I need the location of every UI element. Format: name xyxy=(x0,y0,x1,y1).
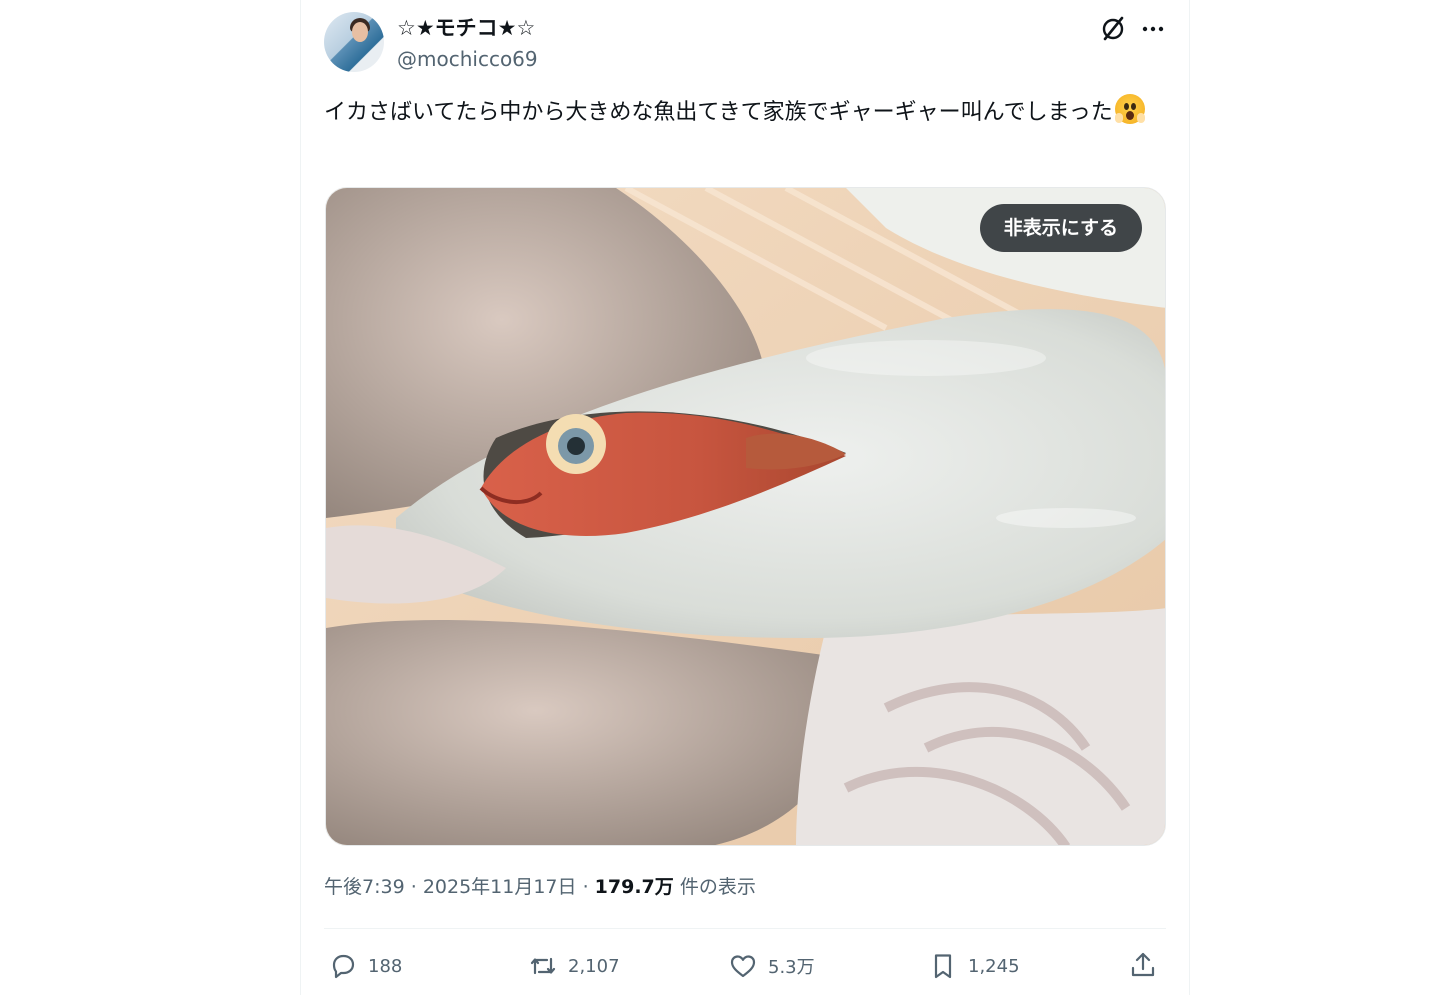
tweet-meta: 午後7:39 · 2025年11月17日 · 179.7万 件の表示 xyxy=(324,872,756,899)
grok-icon[interactable] xyxy=(1100,14,1126,42)
repost-count: 2,107 xyxy=(568,955,620,977)
share-icon[interactable] xyxy=(1128,950,1158,980)
tweet-date[interactable]: 2025年11月17日 xyxy=(423,876,577,898)
like-button[interactable]: 5.3万 xyxy=(728,946,815,986)
like-icon xyxy=(730,955,756,978)
repost-button[interactable]: 2,107 xyxy=(528,946,620,986)
tweet-column: ☆★モチコ★☆ @mochicco69 イカさばいてたら中から大きめな魚出てきて… xyxy=(300,0,1190,995)
avatar-face xyxy=(352,22,368,42)
page: ☆★モチコ★☆ @mochicco69 イカさばいてたら中から大きめな魚出てきて… xyxy=(0,0,1440,995)
user-handle[interactable]: @mochicco69 xyxy=(397,44,538,74)
tweet-photo[interactable]: 非表示にする xyxy=(325,187,1166,846)
tweet-header: ☆★モチコ★☆ @mochicco69 xyxy=(324,12,1166,74)
views-label: 件の表示 xyxy=(679,876,756,898)
tweet-time[interactable]: 午後7:39 xyxy=(324,876,405,898)
tweet-text: イカさばいてたら中から大きめな魚出てきて家族でギャーギャー叫んでしまった xyxy=(324,94,1169,131)
squid-fish-photo xyxy=(326,188,1165,845)
divider xyxy=(324,928,1166,929)
tweet-text-body: イカさばいてたら中から大きめな魚出てきて家族でギャーギャー叫んでしまった xyxy=(324,100,1113,125)
reply-button[interactable]: 188 xyxy=(328,946,402,986)
views-count: 179.7万 xyxy=(594,876,674,898)
bookmark-icon xyxy=(934,954,952,979)
like-count: 5.3万 xyxy=(768,957,815,978)
meta-separator: · xyxy=(582,876,589,898)
avatar[interactable] xyxy=(324,12,384,72)
more-icon[interactable] xyxy=(1140,14,1166,42)
display-name[interactable]: ☆★モチコ★☆ xyxy=(397,14,538,42)
reply-count: 188 xyxy=(368,955,403,977)
repost-icon xyxy=(530,957,556,975)
hide-media-button[interactable]: 非表示にする xyxy=(979,204,1142,252)
bookmark-count: 1,245 xyxy=(968,955,1020,977)
action-bar: 188 2,107 5.3万 1,245 xyxy=(324,946,1166,986)
meta-separator: · xyxy=(410,876,417,898)
bookmark-button[interactable]: 1,245 xyxy=(928,946,1020,986)
reply-icon xyxy=(332,954,355,979)
user-names: ☆★モチコ★☆ @mochicco69 xyxy=(397,14,538,74)
screaming-face-emoji-icon xyxy=(1114,94,1145,124)
